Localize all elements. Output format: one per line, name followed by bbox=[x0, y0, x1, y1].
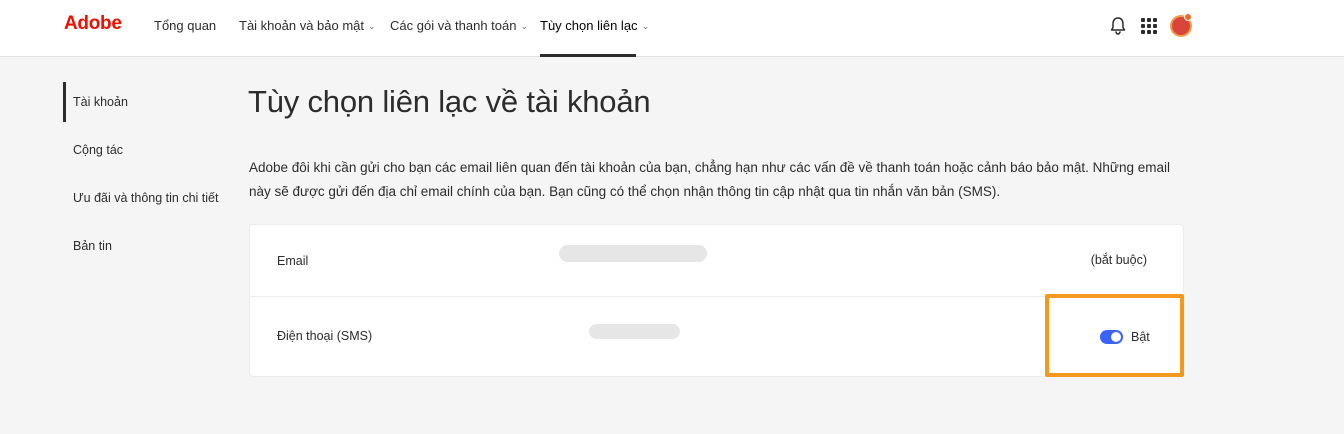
nav-communication-preferences-label: Tùy chọn liên lạc bbox=[540, 18, 638, 33]
email-row-label: Email bbox=[277, 254, 309, 268]
nav-overview[interactable]: Tổng quan bbox=[154, 18, 216, 33]
email-required-label: (bắt buộc) bbox=[1090, 253, 1147, 267]
row-divider bbox=[250, 296, 1183, 297]
notification-dot bbox=[1184, 13, 1192, 21]
adobe-logo[interactable]: Adobe bbox=[64, 13, 122, 35]
email-value-placeholder bbox=[559, 245, 707, 262]
nav-plans-billing-label: Các gói và thanh toán bbox=[390, 18, 517, 33]
active-nav-indicator bbox=[540, 54, 636, 57]
sidebar-item-offers-insights[interactable]: Ưu đãi và thông tin chi tiết bbox=[73, 191, 218, 205]
chevron-down-icon: ⌄ bbox=[641, 21, 650, 31]
bell-icon[interactable] bbox=[1109, 16, 1127, 36]
page-description: Adobe đôi khi cần gửi cho bạn các email … bbox=[249, 160, 1170, 199]
nav-communication-preferences[interactable]: Tùy chọn liên lạc ⌄ bbox=[540, 18, 649, 33]
sidebar-item-collaboration[interactable]: Cộng tác bbox=[73, 143, 123, 157]
sms-row-label: Điện thoại (SMS) bbox=[277, 329, 373, 343]
avatar[interactable] bbox=[1170, 13, 1192, 37]
highlight-box bbox=[1045, 294, 1184, 377]
page-title: Tùy chọn liên lạc về tài khoản bbox=[248, 84, 651, 119]
sidebar-item-newsletters[interactable]: Bản tin bbox=[73, 239, 112, 253]
nav-overview-label: Tổng quan bbox=[154, 18, 217, 33]
apps-grid-icon[interactable] bbox=[1141, 18, 1157, 34]
phone-value-placeholder bbox=[589, 324, 680, 339]
nav-account-security-label: Tài khoản và bảo mật bbox=[239, 18, 365, 33]
sidebar-active-indicator bbox=[63, 82, 66, 122]
contact-preferences-card: Email (bắt buộc) Điện thoại (SMS) Bật bbox=[249, 224, 1184, 377]
chevron-down-icon: ⌄ bbox=[520, 21, 529, 31]
top-navigation: Adobe Tổng quan Tài khoản và bảo mật ⌄ Cá… bbox=[0, 0, 1344, 57]
nav-account-security[interactable]: Tài khoản và bảo mật ⌄ bbox=[239, 18, 376, 33]
chevron-down-icon: ⌄ bbox=[368, 21, 376, 31]
sidebar-item-account[interactable]: Tài khoản bbox=[73, 95, 128, 109]
nav-plans-billing[interactable]: Các gói và thanh toán ⌄ bbox=[390, 18, 528, 33]
